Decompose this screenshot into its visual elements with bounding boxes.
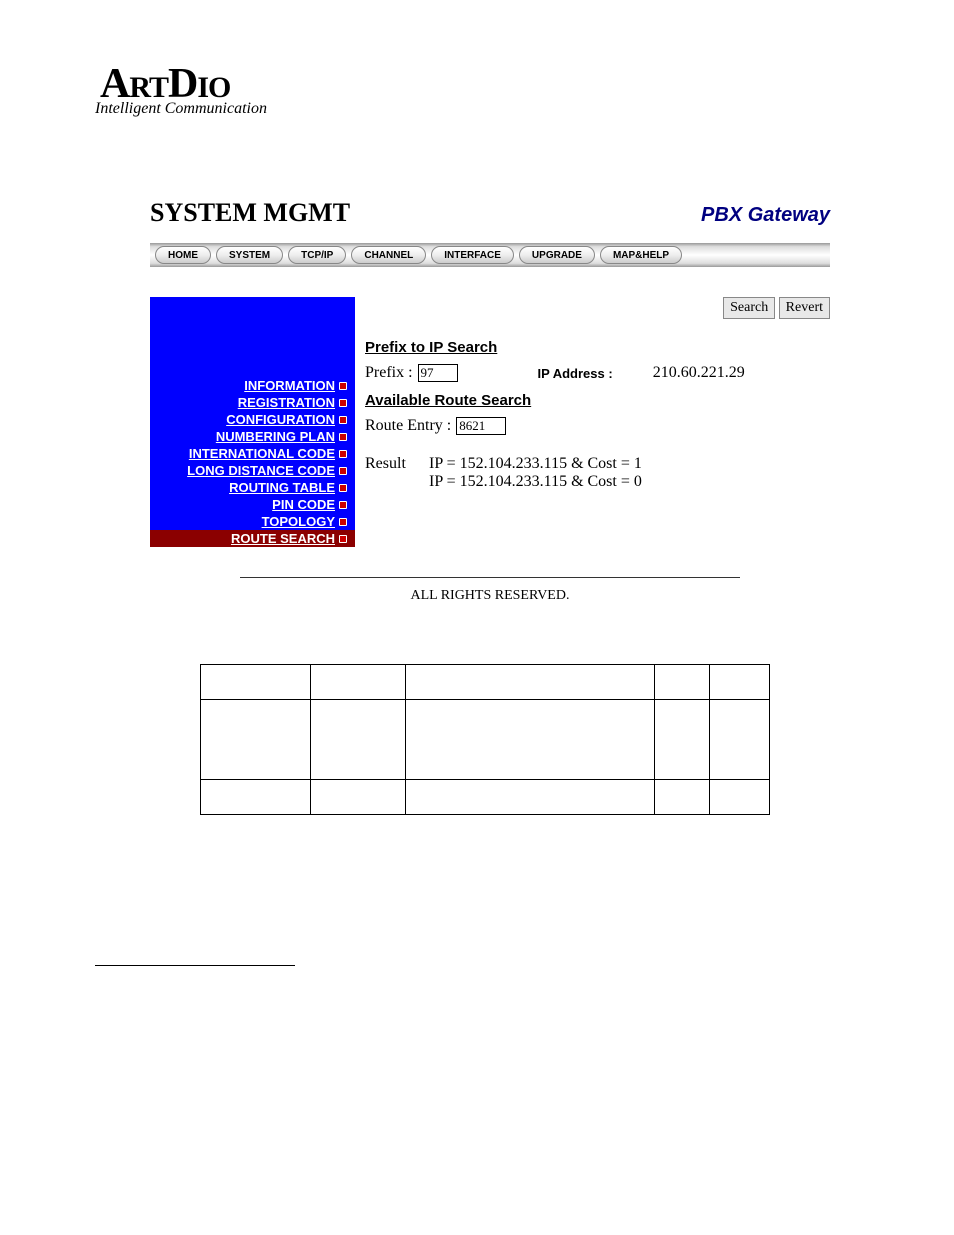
bullet-icon [339,450,347,458]
bullet-icon [339,399,347,407]
nav-home[interactable]: HOME [155,246,211,264]
bullet-icon [339,433,347,441]
sidebar: INFORMATION REGISTRATION CONFIGURATION N… [150,297,355,547]
bottom-line [95,965,295,966]
result-label: Result [365,455,425,473]
bullet-icon [339,518,347,526]
empty-table [200,664,770,815]
route-search-title: Available Route Search [365,392,830,409]
logo: ARTDIO Intelligent Communication [0,0,954,118]
nav-tcpip[interactable]: TCP/IP [288,246,346,264]
prefix-input[interactable] [418,364,458,382]
bullet-icon [339,382,347,390]
sidebar-item-numbering-plan[interactable]: NUMBERING PLAN [150,428,355,445]
revert-button[interactable]: Revert [779,297,830,319]
ip-address-value: 210.60.221.29 [653,364,745,382]
sidebar-item-route-search[interactable]: ROUTE SEARCH [150,530,355,547]
search-button[interactable]: Search [723,297,775,319]
sidebar-item-registration[interactable]: REGISTRATION [150,394,355,411]
nav-upgrade[interactable]: UPGRADE [519,246,595,264]
sidebar-item-pin-code[interactable]: PIN CODE [150,496,355,513]
nav-maphelp[interactable]: MAP&HELP [600,246,682,264]
result-values: IP = 152.104.233.115 & Cost = 1 IP = 152… [429,455,642,491]
bullet-icon [339,535,347,543]
logo-tagline: Intelligent Communication [95,100,954,118]
footer-text: ALL RIGHTS RESERVED. [150,588,830,604]
prefix-label: Prefix : [365,364,413,382]
sidebar-item-configuration[interactable]: CONFIGURATION [150,411,355,428]
prefix-search-title: Prefix to IP Search [365,339,830,356]
route-entry-input[interactable] [456,417,506,435]
sidebar-item-long-distance-code[interactable]: LONG DISTANCE CODE [150,462,355,479]
bullet-icon [339,484,347,492]
nav-channel[interactable]: CHANNEL [351,246,426,264]
sidebar-item-routing-table[interactable]: ROUTING TABLE [150,479,355,496]
bullet-icon [339,501,347,509]
ip-address-label: IP Address : [538,366,613,381]
sidebar-item-topology[interactable]: TOPOLOGY [150,513,355,530]
sidebar-item-information[interactable]: INFORMATION [150,377,355,394]
bullet-icon [339,467,347,475]
sidebar-item-international-code[interactable]: INTERNATIONAL CODE [150,445,355,462]
bullet-icon [339,416,347,424]
main-nav: HOME SYSTEM TCP/IP CHANNEL INTERFACE UPG… [150,243,830,267]
product-name: PBX Gateway [701,204,830,227]
page-title: SYSTEM MGMT [150,198,350,228]
nav-system[interactable]: SYSTEM [216,246,283,264]
route-entry-label: Route Entry : [365,417,451,435]
nav-interface[interactable]: INTERFACE [431,246,514,264]
main-content: Search Revert Prefix to IP Search Prefix… [355,297,830,547]
footer-divider [240,577,740,578]
